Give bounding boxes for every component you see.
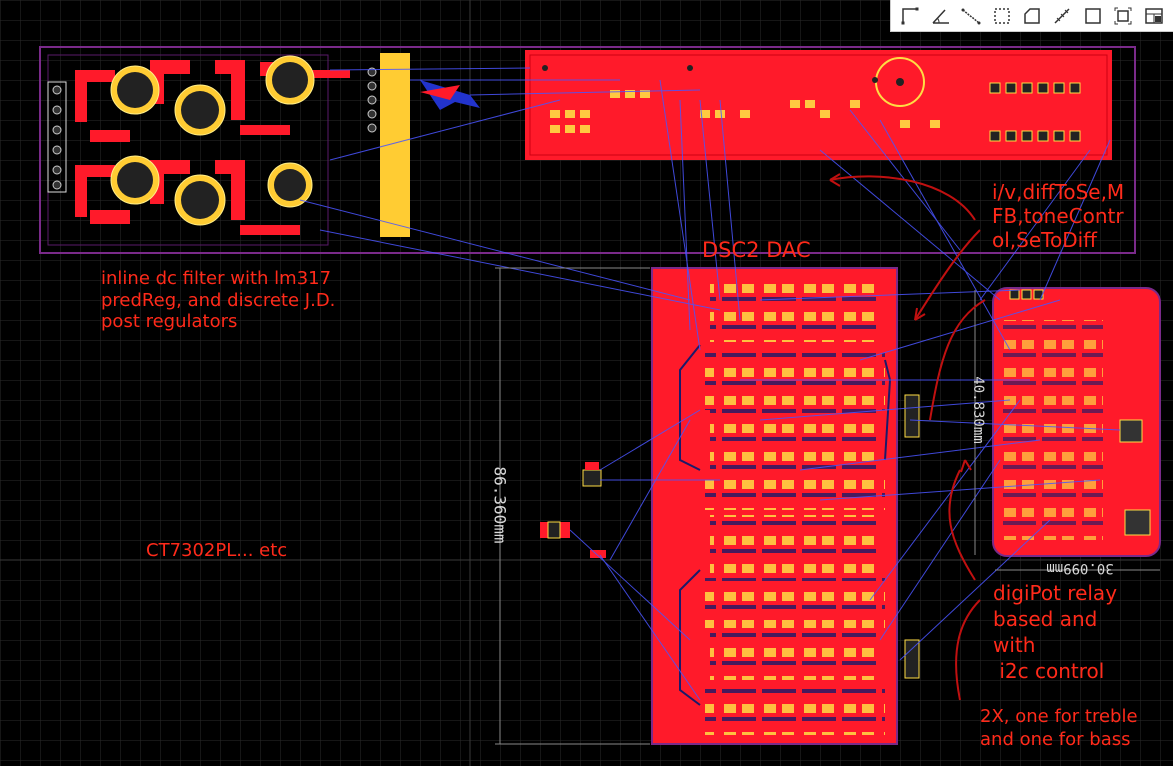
canvas-toolbar xyxy=(890,0,1173,32)
diagonal-measure-icon[interactable] xyxy=(1051,5,1073,27)
digipot-note: digiPot relay based and with i2c control xyxy=(993,581,1118,683)
panel-layout-icon[interactable] xyxy=(1143,5,1165,27)
dac-title: DSC2 DAC xyxy=(702,238,811,262)
digipot-note-2: 2X, one for treble and one for bass xyxy=(980,706,1138,750)
heatsink xyxy=(380,53,410,237)
fit-selection-icon[interactable] xyxy=(1112,5,1134,27)
opamp-board[interactable] xyxy=(525,50,1112,160)
angle-measure-icon[interactable] xyxy=(930,5,952,27)
polygon-region-icon[interactable] xyxy=(1021,5,1043,27)
rectangle-icon[interactable] xyxy=(1082,5,1104,27)
ct-note: CT7302PL... etc xyxy=(146,540,288,561)
opamp-board-note: i/v,diffToSe,M FB,toneContr ol,SeToDiff xyxy=(992,180,1125,252)
polyline-icon[interactable] xyxy=(960,5,982,27)
dimension-vertical-label: 86.360mm xyxy=(490,466,510,544)
digipot-board[interactable] xyxy=(992,287,1161,557)
wire-route-icon[interactable] xyxy=(899,5,921,27)
power-supply-note: inline dc filter with lm317 predReg, and… xyxy=(101,268,336,333)
dac-board[interactable] xyxy=(651,267,920,745)
dashed-selection-icon[interactable] xyxy=(991,5,1013,27)
dimension-right-label: 30.099mm xyxy=(1046,560,1114,576)
dimension-right-vertical-label: 40.830mm xyxy=(970,376,986,444)
